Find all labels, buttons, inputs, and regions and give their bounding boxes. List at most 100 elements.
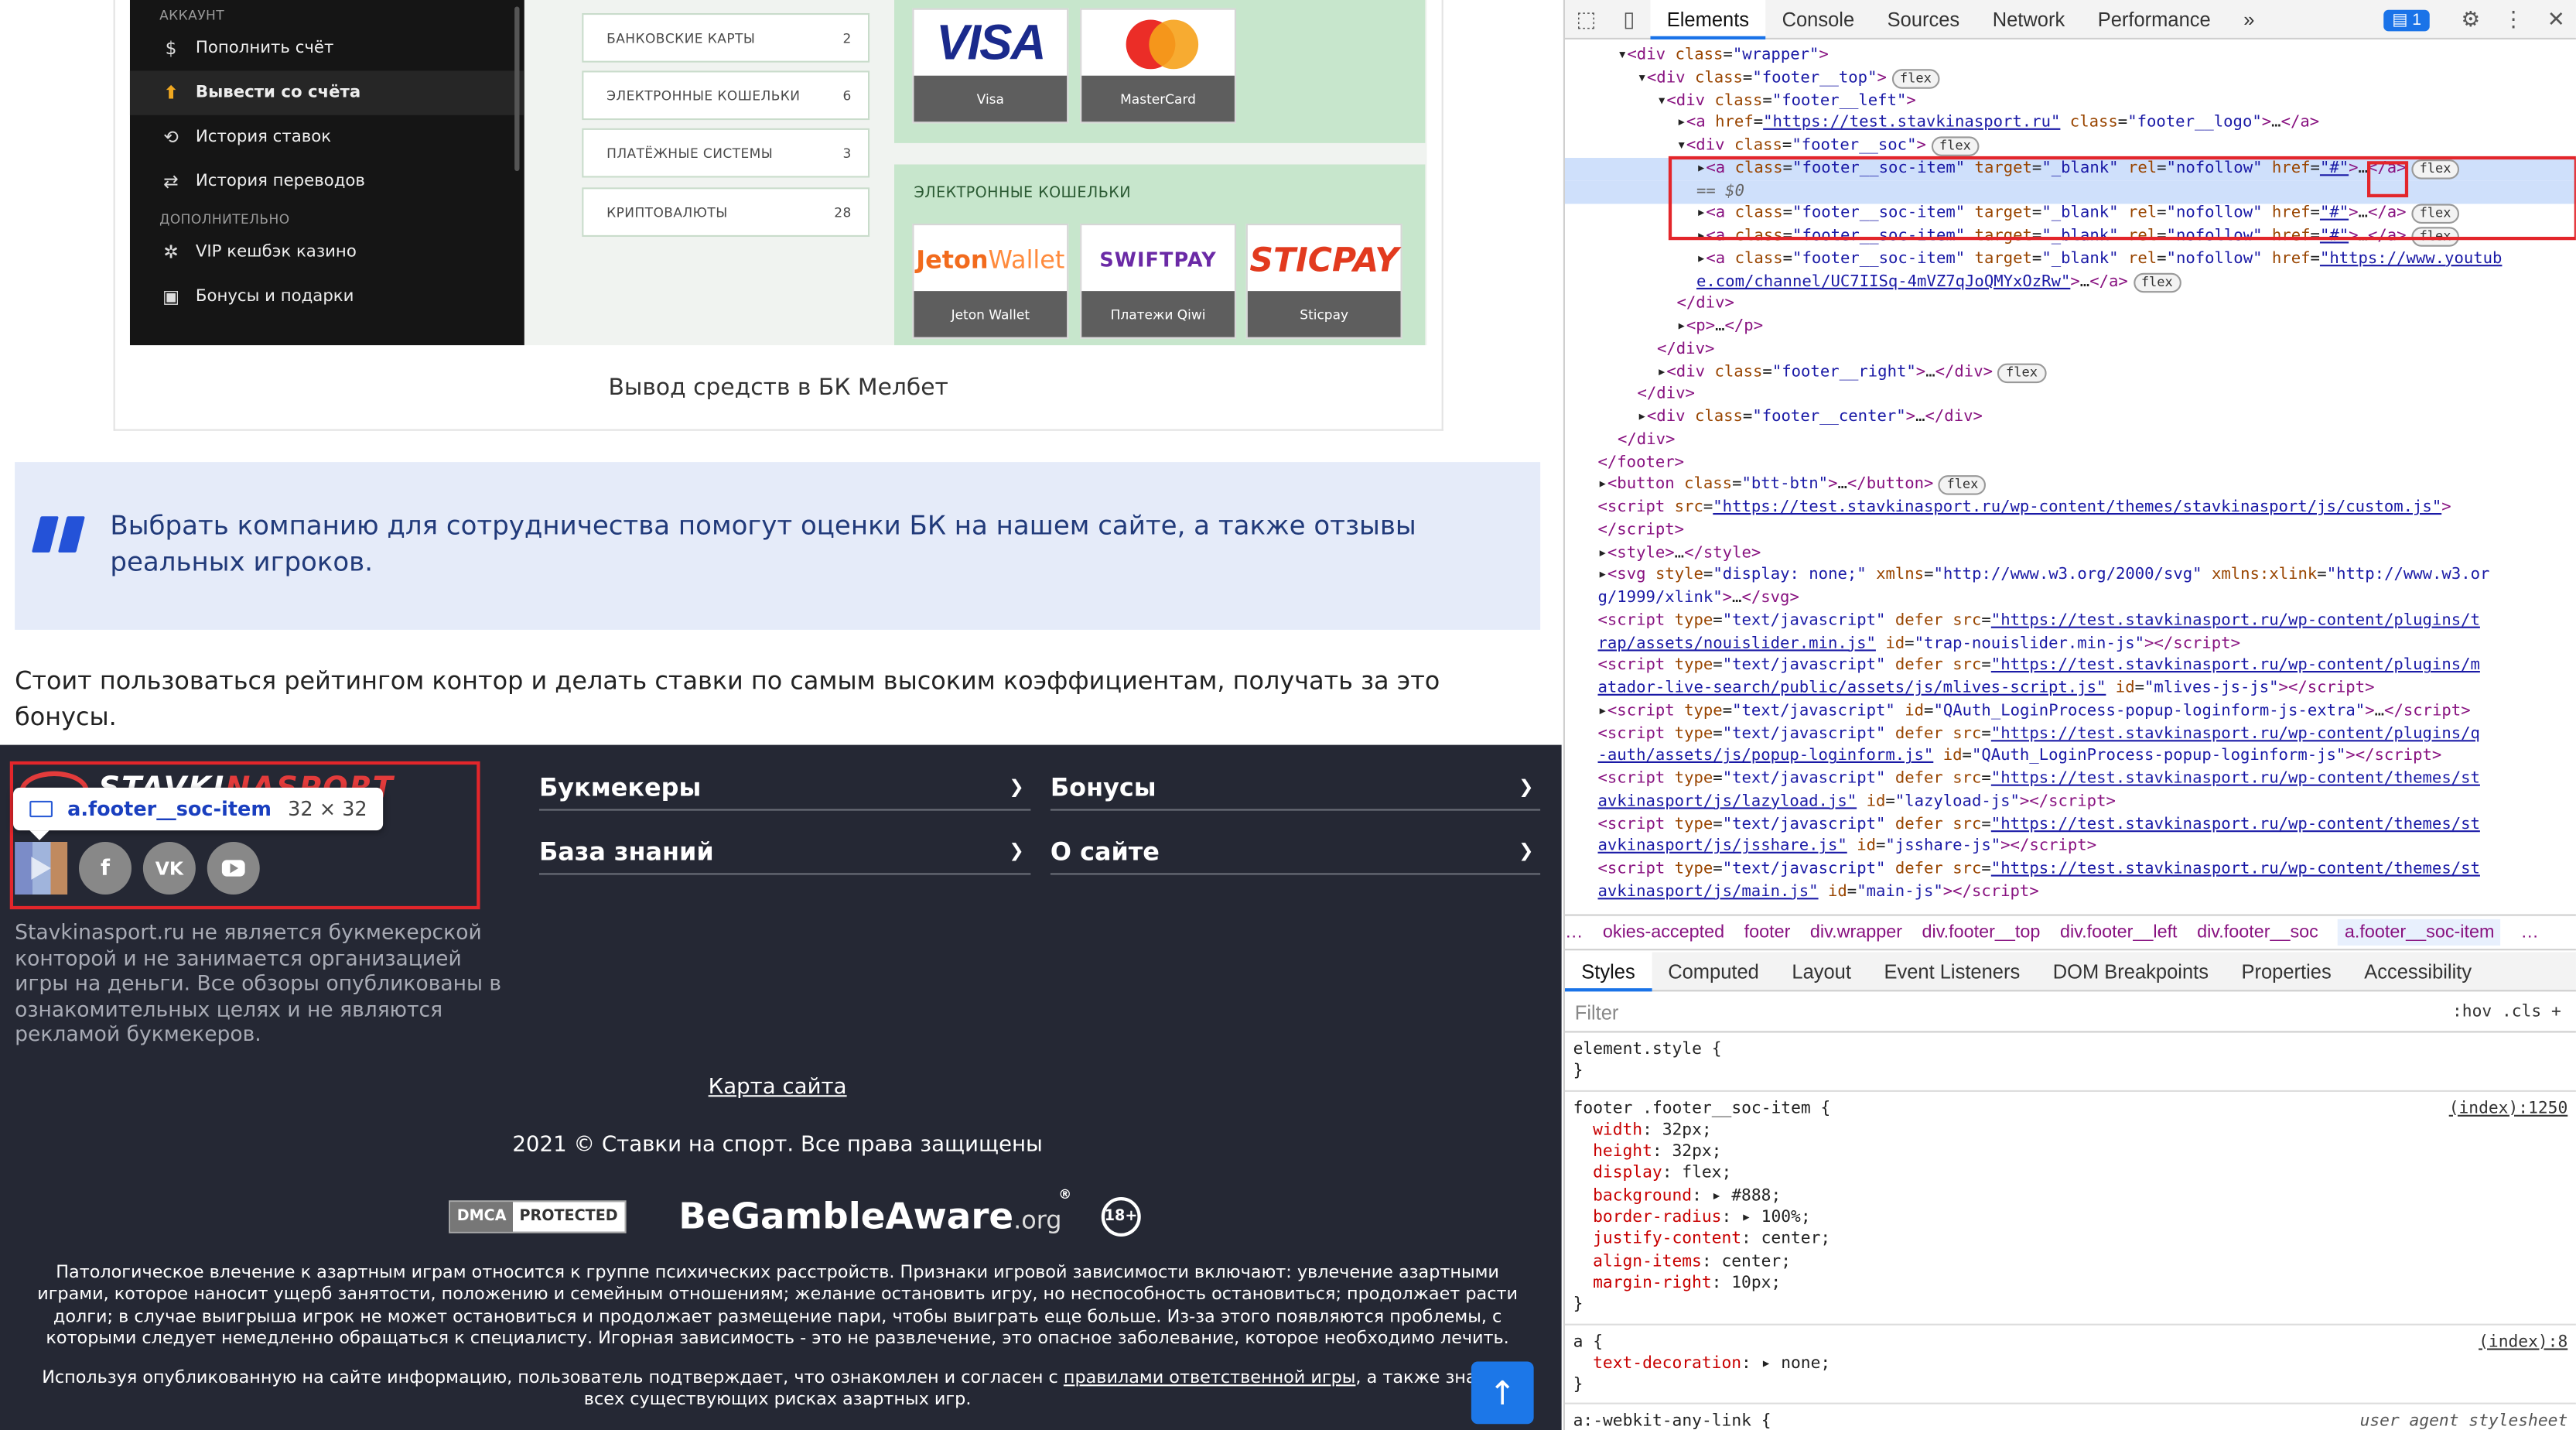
category-payment-systems[interactable]: ПЛАТЁЖНЫЕ СИСТЕМЫ 3 [582, 128, 870, 178]
social-vk[interactable]: VK [142, 842, 196, 895]
sidebar-item-vip-cashback[interactable]: ✲ VIP кешбэк казино [130, 231, 524, 275]
css-declaration[interactable]: justify-content: center; [1565, 1229, 2576, 1250]
back-to-top-button[interactable]: ↑ [1471, 1361, 1534, 1425]
subtab-accessibility[interactable]: Accessibility [2348, 951, 2488, 990]
css-declaration[interactable]: background: ▸ #888; [1565, 1185, 2576, 1207]
begambleaware-logo[interactable]: BeGambleAware.org ® [678, 1186, 1071, 1237]
tab-sources[interactable]: Sources [1871, 0, 1976, 39]
dom-node-row[interactable]: ▸<script type="text/javascript" id="QAut… [1565, 700, 2576, 724]
dom-node-row[interactable]: rap/assets/nouislider.min.js" id="trap-n… [1565, 632, 2576, 655]
subtab-dom-breakpoints[interactable]: DOM Breakpoints [2036, 951, 2225, 990]
css-declaration[interactable]: margin-right: 10px; [1565, 1273, 2576, 1295]
device-toggle-icon[interactable]: ▯ [1607, 5, 1650, 32]
css-declaration[interactable]: align-items: center; [1565, 1250, 2576, 1272]
dom-node-row[interactable]: ▸<svg style="display: none;" xmlns="http… [1565, 564, 2576, 587]
sidebar-item-deposit[interactable]: $ Пополнить счёт [130, 26, 524, 70]
css-declaration[interactable]: display: flex; [1565, 1163, 2576, 1185]
dom-node-row[interactable]: ▸<div class="footer__center">…</div> [1565, 406, 2576, 429]
rule-source-link[interactable]: (index):8 [2479, 1331, 2567, 1353]
breadcrumb-item[interactable]: … [2520, 922, 2538, 942]
dom-node-row[interactable]: ▸<div class="footer__right">…</div> flex [1565, 361, 2576, 384]
dom-node-row[interactable]: g/1999/xlink">…</svg> [1565, 587, 2576, 611]
breadcrumb-item[interactable]: a.footer__soc-item [2338, 919, 2501, 946]
dom-node-row[interactable]: ▸<button class="btt-btn">…</button> flex [1565, 474, 2576, 498]
breadcrumb-item[interactable]: … [1565, 922, 1583, 942]
dom-node-row[interactable]: ▸<p>…</p> [1565, 316, 2576, 339]
css-declaration[interactable]: border-radius: ▸ 100%; [1565, 1207, 2576, 1229]
subtab-event-listeners[interactable]: Event Listeners [1867, 951, 2036, 990]
payment-visa[interactable]: VISA Visa [912, 8, 1069, 124]
footer-menu-about[interactable]: О сайте ❯ [1050, 829, 1541, 875]
more-tabs-icon[interactable]: » [2227, 0, 2271, 39]
dom-node-row[interactable]: ▸<a class="footer__soc-item" target="_bl… [1565, 248, 2576, 271]
dom-node-row[interactable]: <script type="text/javascript" defer src… [1565, 655, 2576, 678]
sidebar-item-bonuses[interactable]: ▣ Бонусы и подарки [130, 275, 524, 319]
dom-node-row[interactable]: ▸<style>…</style> [1565, 542, 2576, 565]
subtab-properties[interactable]: Properties [2225, 951, 2348, 990]
dom-node-row[interactable]: ▾<div class="footer__top"> flex [1565, 67, 2576, 91]
dom-node-row[interactable]: avkinasport/js/jsshare.js" id="jsshare-j… [1565, 836, 2576, 859]
dom-node-row[interactable]: ▾<div class="footer__left"> [1565, 90, 2576, 113]
footer-menu-bonuses[interactable]: Бонусы ❯ [1050, 765, 1541, 811]
sitemap-link[interactable]: Карта сайта [0, 1076, 1555, 1100]
kebab-menu-icon[interactable]: ⋮ [2492, 7, 2535, 33]
dom-node-row[interactable]: <script type="text/javascript" defer src… [1565, 858, 2576, 881]
dom-node-row[interactable]: </div> [1565, 384, 2576, 407]
dom-node-row[interactable]: ▾<div class="footer__soc"> flex [1565, 135, 2576, 158]
category-e-wallets[interactable]: ЭЛЕКТРОННЫЕ КОШЕЛЬКИ 6 [582, 70, 870, 121]
dom-node-row[interactable]: </footer> [1565, 451, 2576, 474]
sidebar-item-withdraw[interactable]: ⬆ Вывести со счёта [129, 70, 524, 115]
breadcrumb-item[interactable]: div.footer__top [1922, 922, 2041, 942]
sidebar-item-transfer-history[interactable]: ⇄ История переводов [130, 159, 524, 204]
dom-node-row[interactable]: <script type="text/javascript" defer src… [1565, 768, 2576, 791]
tab-elements[interactable]: Elements [1650, 0, 1766, 39]
dom-node-row[interactable]: </div> [1565, 338, 2576, 361]
payment-sticpay[interactable]: STICPAY Sticpay [1245, 224, 1402, 339]
dom-node-row[interactable]: <script src="https://test.stavkinasport.… [1565, 497, 2576, 520]
breadcrumb-item[interactable]: div.wrapper [1810, 922, 1902, 942]
dom-node-row[interactable]: </div> [1565, 293, 2576, 316]
subtab-computed[interactable]: Computed [1652, 951, 1775, 990]
dom-node-row[interactable]: -auth/assets/js/popup-loginform.js" id="… [1565, 745, 2576, 768]
dom-node-row[interactable]: <script type="text/javascript" defer src… [1565, 610, 2576, 633]
breadcrumb-item[interactable]: footer [1744, 922, 1791, 942]
css-declaration[interactable]: height: 32px; [1565, 1141, 2576, 1163]
tab-console[interactable]: Console [1765, 0, 1871, 39]
gear-icon[interactable]: ⚙ [2449, 7, 2492, 33]
footer-menu-knowledge[interactable]: База знаний ❯ [539, 829, 1031, 875]
subtab-styles[interactable]: Styles [1565, 951, 1652, 991]
dom-node-row[interactable]: atador-live-search/public/assets/js/mliv… [1565, 678, 2576, 701]
styles-filter-input[interactable]: Filter:hov .cls + [1565, 994, 2576, 1033]
dom-node-row[interactable]: <script type="text/javascript" defer src… [1565, 813, 2576, 836]
dom-node-row[interactable]: ▸<a href="https://test.stavkinasport.ru"… [1565, 112, 2576, 135]
payment-swiftpay[interactable]: SWIFTPAY Платежи Qiwi [1080, 224, 1236, 339]
payment-mastercard[interactable]: MasterCard [1080, 8, 1236, 124]
dom-node-row[interactable]: avkinasport/js/lazyload.js" id="lazyload… [1565, 791, 2576, 814]
breadcrumb-item[interactable]: div.footer__soc [2197, 922, 2318, 942]
breadcrumb-item[interactable]: okies-accepted [1603, 922, 1724, 942]
social-telegram[interactable] [15, 842, 68, 895]
issues-badge[interactable]: ▤ 1 [2383, 9, 2430, 31]
dom-node-row[interactable]: avkinasport/js/main.js" id="main-js"></s… [1565, 881, 2576, 904]
subtab-layout[interactable]: Layout [1775, 951, 1867, 990]
dmca-badge[interactable]: DMCA PROTECTED [449, 1200, 627, 1233]
category-crypto[interactable]: КРИПТОВАЛЮТЫ 28 [582, 187, 870, 237]
tab-network[interactable]: Network [1976, 0, 2081, 39]
dom-node-row[interactable]: </div> [1565, 429, 2576, 452]
close-icon[interactable]: ✕ [2535, 7, 2576, 33]
inspect-element-icon[interactable]: ⬚ [1565, 5, 1607, 32]
responsible-gaming-link[interactable]: правилами ответственной игры [1064, 1368, 1356, 1388]
tab-performance[interactable]: Performance [2081, 0, 2226, 39]
rule-source-link[interactable]: (index):1250 [2449, 1098, 2568, 1120]
dom-node-row[interactable]: e.com/channel/UC7IISq-4mVZ7qJoQMYxOzRw">… [1565, 271, 2576, 294]
dom-node-row[interactable]: <script type="text/javascript" defer src… [1565, 723, 2576, 746]
footer-menu-bookmakers[interactable]: Букмекеры ❯ [539, 765, 1031, 811]
css-declaration[interactable]: width: 32px; [1565, 1120, 2576, 1141]
dom-node-row[interactable]: </script> [1565, 519, 2576, 542]
dom-node-row[interactable]: ▾<div class="wrapper"> [1565, 44, 2576, 67]
breadcrumb-item[interactable]: div.footer__left [2060, 922, 2178, 942]
social-youtube[interactable] [207, 842, 260, 895]
css-declaration[interactable]: text-decoration: ▸ none; [1565, 1353, 2576, 1375]
sidebar-item-bet-history[interactable]: ⟲ История ставок [130, 115, 524, 159]
category-bank-cards[interactable]: БАНКОВСКИЕ КАРТЫ 2 [582, 13, 870, 63]
